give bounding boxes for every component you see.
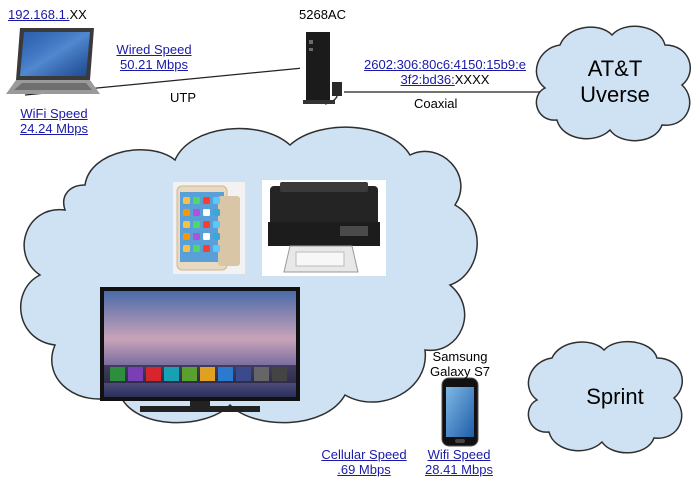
tablet-app-tile xyxy=(203,221,210,228)
tv-icon xyxy=(100,287,300,412)
tablet-app-tile xyxy=(203,245,210,252)
coaxial-label: Coaxial xyxy=(414,96,458,111)
carrier-cloud-label: Sprint xyxy=(586,384,644,409)
gateway-icon xyxy=(300,28,344,108)
phone-wifi-speed-label[interactable]: Wifi Speed xyxy=(414,447,504,462)
tablet-app-tile xyxy=(203,233,210,240)
tv-app-tile xyxy=(272,367,287,381)
tv-app-tile xyxy=(200,367,215,381)
tablet-app-tile xyxy=(183,197,190,204)
tablet-app-tile xyxy=(193,245,200,252)
tv-app-tile xyxy=(254,367,269,381)
tablet-app-tile xyxy=(193,233,200,240)
gateway-model: 5268AC xyxy=(299,7,346,22)
tablet-app-tile xyxy=(213,233,220,240)
tablet-app-tile xyxy=(183,221,190,228)
gateway-ipv6-link[interactable]: 3f2:bd36: xyxy=(401,72,455,87)
tablet-app-tile xyxy=(203,197,210,204)
tv-app-tile xyxy=(128,367,143,381)
laptop-ip-link[interactable]: 192.168.1. xyxy=(8,7,69,22)
gateway-ipv6-line1[interactable]: 2602:306:80c6:4150:15b9:e xyxy=(350,57,540,72)
tv-app-tile xyxy=(182,367,197,381)
tablet-app-tile xyxy=(183,209,190,216)
tv-app-tile xyxy=(236,367,251,381)
tablet-app-tile xyxy=(183,245,190,252)
phone-wifi-speed-value[interactable]: 28.41 Mbps xyxy=(414,462,504,477)
wired-speed-value[interactable]: 50.21 Mbps xyxy=(110,57,198,72)
tv-app-tile xyxy=(164,367,179,381)
phone-name-line1: Samsung xyxy=(432,349,488,364)
laptop-ip-suffix: XX xyxy=(69,7,87,22)
tv-app-tile xyxy=(110,367,125,381)
cellular-speed-value[interactable]: .69 Mbps xyxy=(312,462,416,477)
utp-label: UTP xyxy=(170,90,196,105)
tv-app-tile xyxy=(218,367,233,381)
tablet-app-tile xyxy=(193,197,200,204)
isp-cloud-label: AT&T Uverse xyxy=(560,56,670,108)
tablet-app-tile xyxy=(193,221,200,228)
gateway-ipv6-line2: 3f2:bd36:XXXX xyxy=(350,72,540,87)
cellular-speed-label[interactable]: Cellular Speed xyxy=(312,447,416,462)
laptop-ip-address: 192.168.1.XX xyxy=(8,7,87,22)
tablet-app-tile xyxy=(193,209,200,216)
isp-name-line1: AT&T xyxy=(587,56,643,81)
laptop-wifi-speed-value[interactable]: 24.24 Mbps xyxy=(4,121,104,136)
phone-name-line2: Galaxy S7 xyxy=(430,364,490,379)
tablet-app-tile xyxy=(213,197,220,204)
tv-app-tile xyxy=(146,367,161,381)
tablet-app-tile xyxy=(213,209,220,216)
printer-icon xyxy=(262,180,386,276)
gateway-ipv6-suffix: XXXX xyxy=(454,72,490,87)
laptop-icon xyxy=(6,28,100,94)
tablet-app-tile xyxy=(213,245,220,252)
tablet-app-tile xyxy=(183,233,190,240)
laptop-wifi-speed-label[interactable]: WiFi Speed xyxy=(4,106,104,121)
tablet-app-tile xyxy=(203,209,210,216)
phone-icon xyxy=(441,377,479,447)
wired-speed-label[interactable]: Wired Speed xyxy=(110,42,198,57)
isp-name-line2: Uverse xyxy=(580,82,650,107)
tablet-app-tile xyxy=(213,221,220,228)
tablet-icon xyxy=(173,182,245,274)
